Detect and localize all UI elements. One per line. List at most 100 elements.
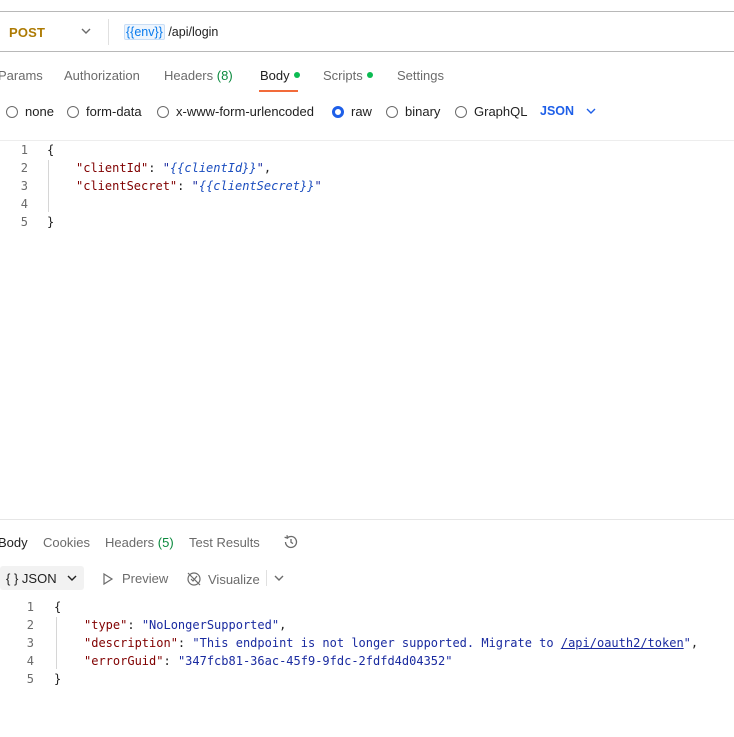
json-key: "clientSecret" bbox=[76, 179, 178, 193]
tab-authorization-label: Authorization bbox=[64, 68, 140, 83]
code-line-5: } bbox=[47, 215, 55, 229]
tab-params-label: Params bbox=[0, 68, 43, 83]
radio-urlencoded-label: x-www-form-urlencoded bbox=[176, 104, 314, 119]
radio-raw[interactable]: raw bbox=[332, 104, 372, 119]
response-tab-headers-label: Headers bbox=[105, 535, 155, 550]
radio-circle-selected[interactable] bbox=[332, 105, 344, 118]
tab-body[interactable]: Body bbox=[260, 68, 300, 83]
active-tab-indicator bbox=[259, 90, 298, 92]
url-separator bbox=[108, 19, 109, 45]
preview-label: Preview bbox=[122, 571, 169, 586]
json-colon: : bbox=[148, 161, 163, 175]
line-number: 4 bbox=[26, 654, 34, 668]
tab-body-label: Body bbox=[260, 68, 290, 83]
json-comma: , bbox=[263, 161, 272, 175]
tab-headers-label: Headers bbox=[164, 68, 214, 83]
json-key: "type" bbox=[84, 618, 128, 632]
radio-circle[interactable] bbox=[455, 105, 467, 118]
response-tab-cookies[interactable]: Cookies bbox=[43, 535, 90, 550]
panel-splitter[interactable] bbox=[0, 519, 734, 520]
response-line-1: { bbox=[54, 600, 62, 614]
history-icon[interactable] bbox=[282, 533, 300, 551]
tab-params[interactable]: Params bbox=[0, 68, 43, 83]
radio-circle[interactable] bbox=[67, 105, 79, 118]
play-icon bbox=[103, 572, 114, 585]
code-line-1: { bbox=[47, 143, 55, 157]
json-colon: : bbox=[177, 179, 192, 193]
line-number: 1 bbox=[26, 600, 34, 614]
json-key: "errorGuid" bbox=[84, 654, 164, 668]
tab-authorization[interactable]: Authorization bbox=[64, 68, 140, 83]
json-string: "This endpoint is not longer supported. … bbox=[192, 636, 561, 650]
json-variable: {{clientId}} bbox=[169, 161, 257, 175]
line-number: 4 bbox=[20, 197, 28, 211]
line-number: 2 bbox=[20, 161, 28, 175]
http-method[interactable]: POST bbox=[9, 25, 45, 40]
radio-form-data[interactable]: form-data bbox=[67, 104, 142, 119]
top-divider bbox=[0, 11, 734, 12]
scripts-status-dot bbox=[366, 72, 373, 78]
json-key: "description" bbox=[84, 636, 178, 650]
code-line-2: "clientId": "{{clientId}}", bbox=[76, 161, 271, 175]
json-variable: {{clientSecret}} bbox=[198, 179, 315, 193]
json-quote: " bbox=[191, 179, 199, 193]
visualize-label: Visualize bbox=[208, 571, 260, 587]
line-number: 3 bbox=[26, 636, 34, 650]
radio-circle[interactable] bbox=[157, 105, 169, 118]
response-tab-cookies-label: Cookies bbox=[43, 535, 90, 550]
visualize-button[interactable]: Visualize bbox=[186, 571, 260, 587]
line-number: 5 bbox=[20, 215, 28, 229]
radio-graphql-label: GraphQL bbox=[474, 104, 528, 119]
tab-scripts[interactable]: Scripts bbox=[323, 68, 373, 83]
tab-headers-count: (8) bbox=[216, 68, 233, 83]
tab-settings[interactable]: Settings bbox=[397, 68, 444, 83]
radio-circle[interactable] bbox=[386, 105, 398, 118]
visualize-icon bbox=[187, 572, 201, 586]
radio-none[interactable]: none bbox=[6, 104, 54, 119]
radio-raw-label: raw bbox=[351, 104, 372, 119]
response-tab-test-results[interactable]: Test Results bbox=[189, 535, 260, 550]
json-quote: " bbox=[314, 179, 322, 193]
json-string: "347fcb81-36ac-45f9-9fdc-2fdfd4d04352" bbox=[177, 654, 453, 668]
chevron-down-icon[interactable] bbox=[273, 572, 285, 584]
radio-binary[interactable]: binary bbox=[386, 104, 440, 119]
response-tab-body-label: Body bbox=[0, 535, 28, 550]
response-tab-headers-count: (5) bbox=[157, 535, 174, 550]
url-variable[interactable]: {{env}} bbox=[124, 24, 165, 40]
tab-scripts-label: Scripts bbox=[323, 68, 363, 83]
language-select[interactable]: JSON bbox=[540, 104, 574, 118]
toolbar-separator bbox=[266, 570, 267, 586]
radio-circle[interactable] bbox=[6, 105, 18, 118]
response-line-5: } bbox=[54, 672, 62, 686]
tab-settings-label: Settings bbox=[397, 68, 444, 83]
preview-button[interactable]: Preview bbox=[101, 571, 168, 586]
chevron-down-icon[interactable] bbox=[66, 572, 78, 584]
response-line-3: "description": "This endpoint is not lon… bbox=[84, 636, 699, 650]
tab-headers[interactable]: Headers (8) bbox=[164, 68, 233, 83]
line-number: 2 bbox=[26, 618, 34, 632]
radio-urlencoded[interactable]: x-www-form-urlencoded bbox=[157, 104, 314, 119]
radio-form-data-label: form-data bbox=[86, 104, 142, 119]
code-line-3: "clientSecret": "{{clientSecret}}" bbox=[76, 179, 322, 193]
line-number: 5 bbox=[26, 672, 34, 686]
endpoint-link[interactable]: /api/oauth2/token bbox=[561, 636, 684, 650]
line-number: 3 bbox=[20, 179, 28, 193]
json-key: "clientId" bbox=[76, 161, 149, 175]
indent-guide bbox=[56, 617, 57, 669]
url-input[interactable]: {{env}} /api/login bbox=[124, 24, 219, 40]
body-status-dot bbox=[293, 72, 300, 78]
response-line-2: "type": "NoLongerSupported", bbox=[84, 618, 287, 632]
response-tab-body[interactable]: Body bbox=[0, 535, 28, 550]
editor-top-divider bbox=[0, 140, 734, 141]
response-tab-test-results-label: Test Results bbox=[189, 535, 260, 550]
url-path: /api/login bbox=[164, 25, 219, 39]
response-line-4: "errorGuid": "347fcb81-36ac-45f9-9fdc-2f… bbox=[84, 654, 453, 668]
json-quote: " bbox=[256, 161, 264, 175]
url-divider bbox=[0, 51, 734, 52]
radio-none-label: none bbox=[25, 104, 54, 119]
radio-graphql[interactable]: GraphQL bbox=[455, 104, 527, 119]
chevron-down-icon[interactable] bbox=[585, 105, 597, 117]
chevron-down-icon[interactable] bbox=[80, 24, 92, 38]
json-string: "NoLongerSupported" bbox=[141, 618, 280, 632]
response-tab-headers[interactable]: Headers (5) bbox=[105, 535, 174, 550]
